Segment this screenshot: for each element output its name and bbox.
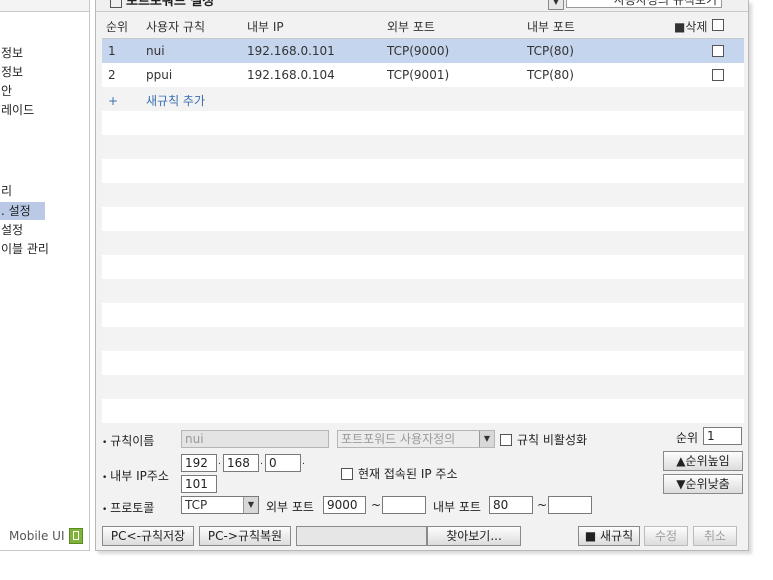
tilde: ~ bbox=[371, 498, 382, 512]
row-internal-port: TCP(80) bbox=[527, 68, 574, 82]
col-delete: ■삭제 bbox=[674, 20, 708, 34]
empty-row bbox=[102, 159, 744, 183]
add-rule-link[interactable]: + 새규칙 추가 bbox=[108, 92, 205, 109]
ip-octet-4-input[interactable]: 101 bbox=[181, 475, 217, 493]
modify-button[interactable]: 수정 bbox=[644, 526, 688, 546]
sidebar-item[interactable]: 설정 bbox=[0, 221, 45, 239]
order-input[interactable]: 1 bbox=[703, 427, 742, 445]
external-port-from-input[interactable]: 9000 bbox=[323, 496, 366, 514]
mobile-ui-label: Mobile UI bbox=[9, 529, 65, 543]
protocol-select[interactable]: TCP ▼ bbox=[181, 496, 259, 514]
add-rule-label: 새규칙 추가 bbox=[146, 94, 206, 108]
empty-row bbox=[102, 231, 744, 255]
row-delete-checkbox[interactable] bbox=[712, 45, 724, 57]
row-rule-name: ppui bbox=[146, 68, 173, 82]
disable-rule-checkbox[interactable] bbox=[500, 434, 512, 446]
sidebar-item[interactable]: 정보 bbox=[0, 63, 45, 81]
row-internal-ip: 192.168.0.104 bbox=[247, 68, 335, 82]
col-order: 순위 bbox=[106, 20, 129, 34]
left-sidebar: 정보 정보 안 레이드 리 . 설정 설정 이블 관리 Mobile UI bbox=[0, 0, 90, 551]
empty-row bbox=[102, 303, 744, 327]
current-ip-label: 현재 접속된 IP 주소 bbox=[358, 467, 458, 481]
sidebar-header bbox=[0, 0, 89, 12]
ip-octet-3-input[interactable]: 0 bbox=[265, 454, 301, 472]
current-ip-checkbox[interactable] bbox=[341, 468, 353, 480]
rule-type-value: 포트포워드 사용자정의 bbox=[341, 432, 456, 446]
empty-row bbox=[102, 111, 744, 135]
mobile-ui-link[interactable]: Mobile UI bbox=[9, 528, 83, 544]
port-forward-panel: 포트포워드 설정 ▼ 사용자정의 규칙보기 순위 사용자 규칙 내부 IP 외부… bbox=[95, 0, 749, 551]
row-order: 2 bbox=[108, 68, 116, 82]
table-header: 순위 사용자 규칙 내부 IP 외부 포트 내부 포트 ■삭제 bbox=[102, 14, 744, 39]
rule-name-input[interactable]: nui bbox=[181, 430, 329, 448]
ip-octet-2-input[interactable]: 168 bbox=[223, 454, 259, 472]
priority-up-button[interactable]: ▲순위높임 bbox=[663, 451, 743, 471]
empty-row bbox=[102, 183, 744, 207]
collapse-icon[interactable] bbox=[110, 0, 122, 8]
row-delete-checkbox[interactable] bbox=[712, 69, 724, 81]
cancel-button[interactable]: 취소 bbox=[693, 526, 737, 546]
file-path-field bbox=[296, 526, 427, 546]
col-internal-port: 내부 포트 bbox=[527, 20, 575, 34]
sidebar-item[interactable]: 레이드 bbox=[0, 101, 45, 119]
save-to-pc-button[interactable]: PC<-규칙저장 bbox=[102, 526, 194, 546]
table-row[interactable]: 1 nui 192.168.0.101 TCP(9000) TCP(80) bbox=[102, 39, 744, 63]
sidebar-item-active[interactable]: . 설정 bbox=[0, 202, 45, 220]
protocol-label: 프로토콜 bbox=[102, 499, 154, 516]
col-user-rule: 사용자 규칙 bbox=[146, 20, 206, 34]
add-rule-row[interactable]: + 새규칙 추가 bbox=[102, 87, 744, 111]
external-port-to-input[interactable] bbox=[382, 496, 426, 514]
rules-table: 순위 사용자 규칙 내부 IP 외부 포트 내부 포트 ■삭제 1 nui 19… bbox=[102, 14, 744, 423]
row-external-port: TCP(9001) bbox=[387, 68, 450, 82]
empty-row bbox=[102, 375, 744, 399]
sidebar-item[interactable]: 이블 관리 bbox=[0, 240, 61, 258]
view-select-arrow-icon[interactable]: ▼ bbox=[548, 0, 564, 10]
rule-edit-form: 규칙이름 nui 포트포워드 사용자정의 ▼ 규칙 비활성화 순위 1 내부 I… bbox=[96, 424, 748, 550]
sidebar-item[interactable]: 안 bbox=[0, 82, 45, 100]
sidebar-item[interactable]: 정보 bbox=[0, 44, 45, 62]
internal-port-label: 내부 포트 bbox=[433, 500, 481, 514]
ip-octet-1-input[interactable]: 192 bbox=[181, 454, 217, 472]
empty-row bbox=[102, 255, 744, 279]
empty-row bbox=[102, 351, 744, 375]
row-internal-port: TCP(80) bbox=[527, 44, 574, 58]
order-label: 순위 bbox=[676, 431, 699, 445]
empty-row bbox=[102, 327, 744, 351]
empty-row bbox=[102, 135, 744, 159]
col-external-port: 외부 포트 bbox=[387, 20, 435, 34]
rule-type-select[interactable]: 포트포워드 사용자정의 ▼ bbox=[337, 430, 495, 448]
empty-row bbox=[102, 279, 744, 303]
row-order: 1 bbox=[108, 44, 116, 58]
internal-port-to-input[interactable] bbox=[548, 496, 592, 514]
tilde: ~ bbox=[537, 498, 548, 512]
select-all-checkbox[interactable] bbox=[712, 19, 724, 31]
chevron-down-icon: ▼ bbox=[479, 431, 494, 447]
sidebar-item[interactable]: 리 bbox=[0, 182, 45, 200]
disable-rule-label: 규칙 비활성화 bbox=[517, 433, 588, 447]
table-row[interactable]: 2 ppui 192.168.0.104 TCP(9001) TCP(80) bbox=[102, 63, 744, 87]
row-external-port: TCP(9000) bbox=[387, 44, 450, 58]
external-port-label: 외부 포트 bbox=[266, 500, 314, 514]
panel-titlebar: 포트포워드 설정 ▼ 사용자정의 규칙보기 bbox=[96, 0, 748, 12]
col-internal-ip: 내부 IP bbox=[247, 20, 284, 34]
row-rule-name: nui bbox=[146, 44, 165, 58]
protocol-value: TCP bbox=[185, 498, 208, 512]
restore-from-pc-button[interactable]: PC->규칙복원 bbox=[199, 526, 291, 546]
panel-title: 포트포워드 설정 bbox=[126, 0, 215, 9]
priority-down-button[interactable]: ▼순위낮춤 bbox=[663, 474, 743, 494]
plus-icon: + bbox=[108, 94, 119, 108]
internal-port-from-input[interactable]: 80 bbox=[489, 496, 533, 514]
rule-view-select[interactable]: 사용자정의 규칙보기 bbox=[566, 0, 722, 8]
browse-button[interactable]: 찾아보기... bbox=[427, 526, 521, 546]
internal-ip-label: 내부 IP주소 bbox=[102, 467, 169, 484]
empty-row bbox=[102, 399, 744, 423]
row-internal-ip: 192.168.0.101 bbox=[247, 44, 335, 58]
new-rule-button[interactable]: ■ 새규칙 bbox=[578, 526, 640, 546]
empty-row bbox=[102, 207, 744, 231]
rule-name-label: 규칙이름 bbox=[102, 432, 154, 449]
mobile-phone-icon bbox=[68, 528, 83, 544]
chevron-down-icon: ▼ bbox=[243, 497, 258, 513]
